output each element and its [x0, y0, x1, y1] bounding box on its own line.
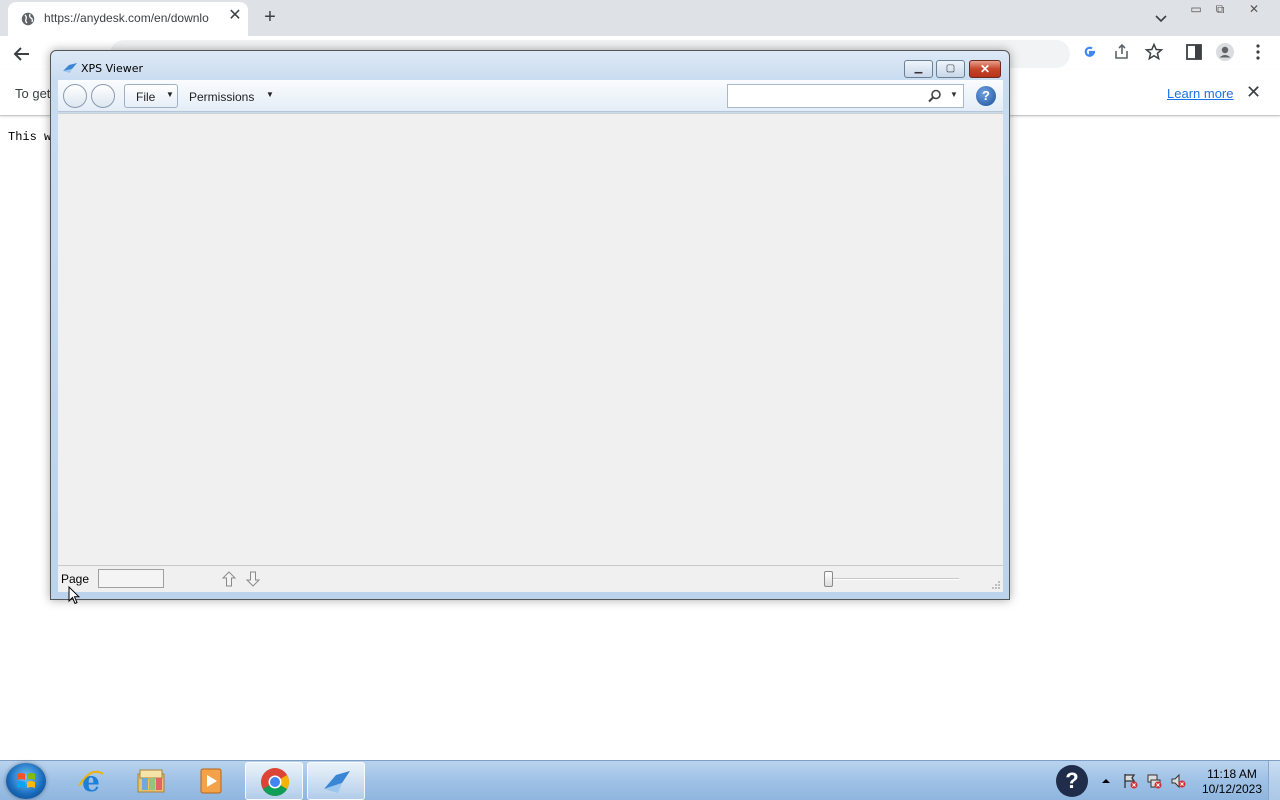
next-page-arrow-icon[interactable]: [245, 570, 261, 588]
tab-title: https://anydesk.com/en/downlo: [44, 11, 209, 25]
side-panel-icon[interactable]: [1184, 42, 1204, 62]
xps-app-icon: [63, 63, 77, 73]
taskbar: e ? 11:18 AM 10/12/2023: [0, 760, 1280, 800]
infobar-message: To get: [15, 86, 51, 101]
action-center-flag-icon[interactable]: [1122, 773, 1138, 789]
show-desktop-button[interactable]: [1268, 761, 1280, 800]
search-options-arrow-icon[interactable]: ▼: [950, 90, 958, 99]
new-tab-button[interactable]: +: [259, 6, 281, 28]
xps-status-bar: Page: [58, 565, 1003, 592]
search-box[interactable]: ▼: [727, 84, 964, 108]
minimize-button[interactable]: ▭: [1184, 0, 1208, 18]
zoom-slider-track[interactable]: [828, 578, 959, 580]
tray-help-icon[interactable]: ?: [1056, 765, 1088, 797]
zoom-slider-thumb[interactable]: [824, 571, 833, 587]
help-icon[interactable]: ?: [976, 86, 996, 106]
search-input[interactable]: [730, 87, 920, 105]
network-icon[interactable]: [1146, 773, 1162, 789]
page-number-input[interactable]: [98, 569, 164, 588]
taskbar-google-chrome[interactable]: [245, 762, 303, 800]
window-title: XPS Viewer: [81, 62, 144, 75]
clock-time: 11:18 AM: [1207, 767, 1257, 781]
share-icon[interactable]: [1112, 42, 1132, 62]
taskbar-media-player[interactable]: [182, 762, 240, 800]
chrome-icon: [261, 768, 289, 796]
xps-close-button[interactable]: ✕: [969, 60, 1001, 78]
close-button[interactable]: ✕: [1242, 0, 1266, 18]
globe-icon: [21, 12, 35, 26]
forward-round-button[interactable]: [91, 84, 115, 108]
learn-more-link[interactable]: Learn more: [1167, 86, 1233, 101]
xps-toolbar: File ▼ Permissions ▼ ▼ ?: [58, 80, 1003, 112]
svg-text:e: e: [82, 766, 100, 796]
xps-minimize-button[interactable]: ▁: [904, 60, 933, 78]
restore-button[interactable]: ⧉: [1208, 0, 1232, 18]
bookmark-star-icon[interactable]: [1144, 42, 1164, 62]
volume-muted-icon[interactable]: [1170, 773, 1186, 789]
windows-logo-icon: [17, 773, 35, 788]
google-icon[interactable]: [1080, 42, 1100, 62]
xps-viewer-window: XPS Viewer ▁ ▢ ✕ File ▼ Permissions ▼ ▼ …: [50, 50, 1010, 600]
xps-maximize-button[interactable]: ▢: [936, 60, 965, 78]
mouse-cursor-icon: [68, 586, 80, 605]
show-hidden-icons-arrow-icon[interactable]: [1098, 773, 1114, 789]
taskbar-xps-viewer[interactable]: [307, 762, 365, 800]
tab-close-icon[interactable]: ✕: [227, 8, 243, 24]
page-label: Page: [61, 572, 90, 586]
resize-grip-icon[interactable]: [991, 580, 1001, 590]
browser-tab[interactable]: https://anydesk.com/en/downlo ✕: [8, 2, 248, 36]
folder-icon: [137, 769, 165, 793]
internet-explorer-icon: e: [78, 766, 104, 796]
media-player-icon: [200, 768, 222, 794]
tab-search-icon[interactable]: [1151, 8, 1171, 28]
taskbar-windows-explorer[interactable]: [122, 762, 180, 800]
page-body-text: This w: [8, 130, 52, 144]
taskbar-internet-explorer[interactable]: e: [62, 762, 120, 800]
back-round-button[interactable]: [63, 84, 87, 108]
kebab-menu-icon[interactable]: [1248, 42, 1268, 62]
start-button[interactable]: [6, 763, 46, 799]
permissions-menu-label: Permissions: [189, 90, 255, 104]
file-menu-button[interactable]: File ▼: [124, 84, 178, 108]
search-icon[interactable]: [928, 89, 942, 103]
infobar-close-icon[interactable]: ✕: [1246, 82, 1261, 103]
xps-viewer-icon: [324, 771, 350, 793]
file-menu-label: File: [136, 90, 156, 104]
previous-page-arrow-icon[interactable]: [221, 570, 237, 588]
system-clock[interactable]: 11:18 AM 10/12/2023: [1195, 767, 1269, 797]
back-arrow-icon[interactable]: [10, 42, 34, 66]
document-view-area[interactable]: [58, 113, 1003, 565]
browser-tabstrip: https://anydesk.com/en/downlo ✕ + ▭ ⧉ ✕: [0, 0, 1280, 36]
permissions-dropdown-arrow-icon: ▼: [266, 90, 274, 99]
profile-avatar-icon[interactable]: [1215, 42, 1235, 62]
clock-date: 10/12/2023: [1201, 782, 1263, 796]
file-dropdown-arrow-icon: ▼: [166, 90, 174, 99]
